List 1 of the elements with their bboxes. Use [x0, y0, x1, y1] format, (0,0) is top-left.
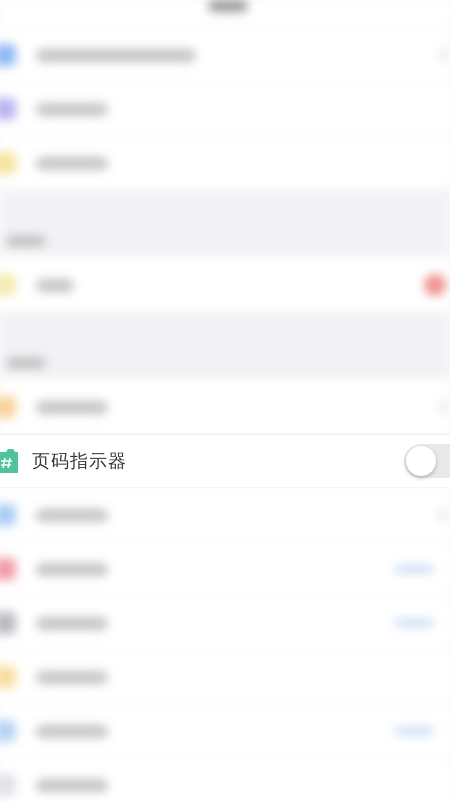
row-label: 页码指示器	[32, 450, 127, 473]
